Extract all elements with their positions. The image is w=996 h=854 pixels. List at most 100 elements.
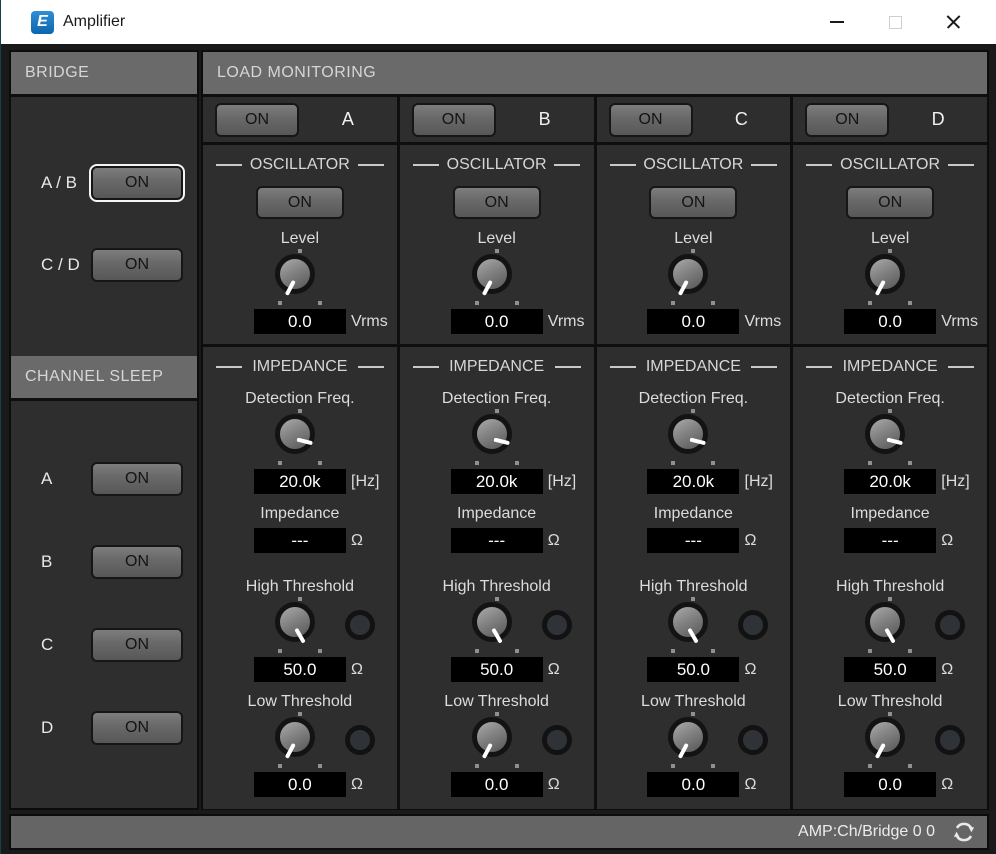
high-threshold-knob[interactable] — [859, 597, 921, 657]
channel-letter: D — [889, 109, 987, 130]
low-threshold-value[interactable]: 0.0 — [647, 772, 739, 797]
impedance-readout-value: --- — [254, 528, 346, 553]
detection-freq-value[interactable]: 20.0k — [254, 469, 346, 494]
title-rule — [358, 164, 384, 166]
impedance-readout-unit: Ω — [548, 528, 560, 553]
high-threshold-knob[interactable] — [466, 597, 528, 657]
knob-tick — [495, 249, 499, 253]
level-knob[interactable] — [859, 249, 921, 309]
detection-freq-value[interactable]: 20.0k — [451, 469, 543, 494]
title-rule — [948, 164, 974, 166]
high-threshold-value-row: 50.0 Ω — [203, 657, 397, 682]
knob-tick — [671, 461, 675, 465]
detection-freq-value-row: 20.0k [Hz] — [597, 469, 791, 494]
title-rule — [806, 164, 832, 166]
oscillator-on-button[interactable]: ON — [846, 186, 934, 219]
knob-pointer — [296, 438, 312, 446]
low-threshold-knob-row — [793, 712, 987, 772]
oscillator-on-button[interactable]: ON — [256, 186, 344, 219]
knob-face — [275, 602, 315, 642]
high-threshold-knob[interactable] — [269, 597, 331, 657]
high-threshold-value[interactable]: 50.0 — [451, 657, 543, 682]
high-threshold-value[interactable]: 50.0 — [844, 657, 936, 682]
bridge-cd-on-button[interactable]: ON — [91, 248, 183, 282]
level-value[interactable]: 0.0 — [647, 309, 739, 334]
level-knob[interactable] — [269, 249, 331, 309]
sleep-a-on-button[interactable]: ON — [91, 462, 183, 496]
minimize-button[interactable] — [808, 0, 866, 44]
knob-tick — [515, 764, 519, 768]
channel-letter: C — [693, 109, 791, 130]
impedance-readout-unit: Ω — [745, 528, 757, 553]
load-monitoring-on-button[interactable]: ON — [412, 103, 496, 137]
load-monitoring-panel: LOAD MONITORING ON A OSCILLATOR ON Level — [201, 50, 989, 810]
low-threshold-value-row: 0.0 Ω — [793, 772, 987, 797]
channel-column: ON D OSCILLATOR ON Level — [793, 97, 987, 809]
low-threshold-knob[interactable] — [269, 712, 331, 772]
knob-pointer — [491, 628, 502, 644]
oscillator-on-button[interactable]: ON — [649, 186, 737, 219]
sleep-b-on-button[interactable]: ON — [91, 545, 183, 579]
device-status-text: AMP:Ch/Bridge 0 0 — [798, 823, 935, 841]
knob-face — [668, 602, 708, 642]
level-knob[interactable] — [466, 249, 528, 309]
bridge-ab-on-button[interactable]: ON — [91, 166, 183, 200]
low-threshold-knob[interactable] — [859, 712, 921, 772]
detection-freq-unit: [Hz] — [351, 469, 379, 494]
impedance-readout-value: --- — [647, 528, 739, 553]
knob-tick — [908, 649, 912, 653]
low-threshold-value[interactable]: 0.0 — [451, 772, 543, 797]
level-value[interactable]: 0.0 — [451, 309, 543, 334]
load-monitoring-on-button[interactable]: ON — [609, 103, 693, 137]
detection-freq-knob[interactable] — [269, 409, 331, 469]
level-value[interactable]: 0.0 — [844, 309, 936, 334]
detection-freq-value[interactable]: 20.0k — [844, 469, 936, 494]
sleep-d-on-button[interactable]: ON — [91, 711, 183, 745]
oscillator-on-button[interactable]: ON — [453, 186, 541, 219]
knob-tick — [278, 461, 282, 465]
detection-freq-knob[interactable] — [466, 409, 528, 469]
close-button[interactable] — [924, 0, 982, 44]
high-threshold-unit: Ω — [548, 657, 560, 682]
window-title: Amplifier — [63, 13, 125, 31]
detection-freq-knob[interactable] — [662, 409, 724, 469]
impedance-readout-label: Impedance — [457, 504, 536, 524]
low-threshold-value[interactable]: 0.0 — [844, 772, 936, 797]
oscillator-section: OSCILLATOR ON Level 0.0 Vrms — [400, 145, 594, 347]
low-threshold-unit: Ω — [941, 772, 953, 797]
high-threshold-led — [345, 610, 375, 640]
load-monitoring-on-button[interactable]: ON — [805, 103, 889, 137]
low-threshold-value-row: 0.0 Ω — [400, 772, 594, 797]
knob-tick — [495, 597, 499, 601]
oscillator-title-row: OSCILLATOR — [793, 156, 987, 174]
knob-tick — [691, 249, 695, 253]
maximize-button[interactable] — [866, 0, 924, 44]
low-threshold-knob[interactable] — [662, 712, 724, 772]
high-threshold-value[interactable]: 50.0 — [254, 657, 346, 682]
high-threshold-led — [935, 610, 965, 640]
title-rule — [216, 366, 242, 368]
low-threshold-knob[interactable] — [466, 712, 528, 772]
knob-tick — [318, 301, 322, 305]
low-threshold-value-row: 0.0 Ω — [203, 772, 397, 797]
knob-tick — [475, 649, 479, 653]
knob-tick — [495, 409, 499, 413]
level-value-row: 0.0 Vrms — [400, 309, 594, 334]
detection-freq-value[interactable]: 20.0k — [647, 469, 739, 494]
bridge-row-cd: C / D ON — [11, 247, 197, 283]
sleep-c-on-button[interactable]: ON — [91, 628, 183, 662]
impedance-title: IMPEDANCE — [646, 358, 741, 376]
level-value[interactable]: 0.0 — [254, 309, 346, 334]
load-monitoring-on-button[interactable]: ON — [215, 103, 299, 137]
refresh-button[interactable] — [949, 817, 979, 847]
level-knob[interactable] — [662, 249, 724, 309]
sleep-a-label: A — [41, 469, 91, 489]
impedance-readout-row: --- Ω — [793, 528, 987, 553]
high-threshold-knob-row — [400, 597, 594, 657]
detection-freq-knob[interactable] — [859, 409, 921, 469]
high-threshold-value[interactable]: 50.0 — [647, 657, 739, 682]
high-threshold-knob[interactable] — [662, 597, 724, 657]
impedance-readout-unit: Ω — [941, 528, 953, 553]
detection-freq-label: Detection Freq. — [639, 389, 748, 409]
low-threshold-value[interactable]: 0.0 — [254, 772, 346, 797]
